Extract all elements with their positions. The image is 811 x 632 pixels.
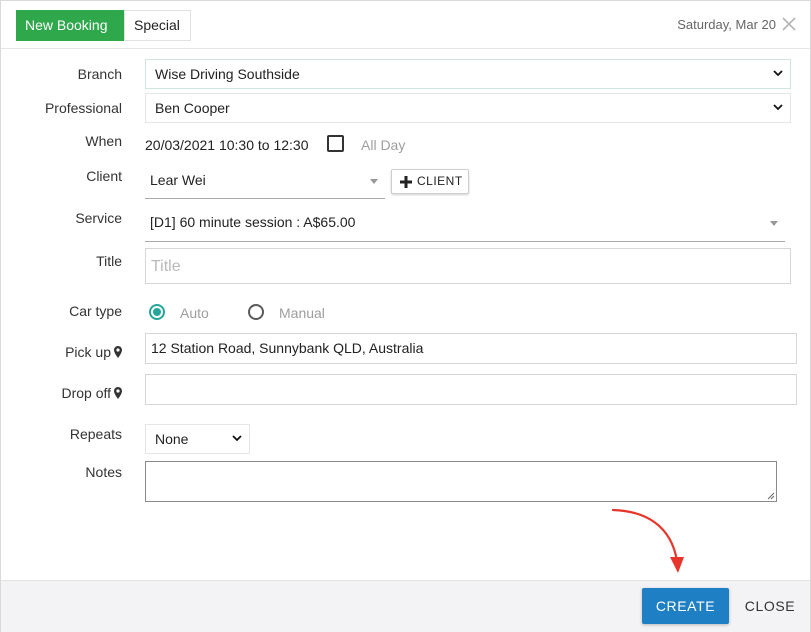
dialog-header: New Booking Special Saturday, Mar 20: [1, 1, 810, 49]
repeats-value: None: [155, 431, 189, 447]
tab-special[interactable]: Special: [124, 10, 191, 41]
car-type-auto-radio[interactable]: [149, 304, 165, 320]
add-client-button[interactable]: CLIENT: [391, 169, 469, 194]
repeats-select[interactable]: None: [145, 424, 250, 454]
chevron-down-icon: [232, 435, 242, 442]
service-label: Service: [75, 210, 122, 226]
close-icon[interactable]: [780, 15, 798, 33]
car-type-manual-radio[interactable]: [248, 304, 264, 320]
create-button[interactable]: CREATE: [642, 588, 729, 624]
caret-down-icon: [770, 220, 778, 226]
drop-off-input[interactable]: [145, 374, 797, 405]
car-type-auto-label: Auto: [180, 305, 209, 321]
chevron-down-icon: [773, 104, 783, 111]
booking-dialog: New Booking Special Saturday, Mar 20 Bra…: [0, 0, 811, 632]
title-input[interactable]: Title: [145, 248, 791, 284]
professional-select[interactable]: Ben Cooper: [145, 93, 791, 123]
client-label: Client: [86, 168, 122, 184]
when-label: When: [85, 133, 122, 149]
pick-up-input[interactable]: 12 Station Road, Sunnybank QLD, Australi…: [145, 333, 797, 364]
add-client-label: CLIENT: [417, 174, 463, 188]
car-type-manual-label: Manual: [279, 305, 325, 321]
branch-select[interactable]: Wise Driving Southside: [145, 59, 791, 89]
all-day-checkbox[interactable]: [327, 135, 344, 152]
caret-down-icon: [370, 178, 378, 184]
professional-label: Professional: [44, 100, 122, 116]
dialog-footer: CREATE CLOSE: [1, 580, 810, 632]
notes-label: Notes: [85, 464, 122, 480]
title-placeholder: Title: [151, 258, 181, 275]
repeats-label: Repeats: [69, 426, 122, 442]
close-button[interactable]: CLOSE: [739, 588, 801, 624]
branch-value: Wise Driving Southside: [155, 66, 300, 82]
header-date: Saturday, Mar 20: [677, 17, 776, 32]
service-combobox[interactable]: [D1] 60 minute session : A$65.00: [145, 204, 785, 242]
map-pin-icon: [114, 387, 122, 399]
annotation-arrow-icon: [611, 508, 684, 573]
pick-up-value: 12 Station Road, Sunnybank QLD, Australi…: [151, 340, 424, 356]
pick-up-label: Pick up: [65, 344, 122, 360]
branch-label: Branch: [77, 66, 122, 82]
map-pin-icon: [114, 346, 122, 358]
professional-value: Ben Cooper: [155, 100, 230, 116]
client-combobox[interactable]: Lear Wei: [145, 163, 385, 199]
pick-up-label-text: Pick up: [65, 344, 111, 360]
drop-off-label: Drop off: [61, 385, 122, 401]
all-day-label: All Day: [361, 137, 406, 153]
tab-new-booking[interactable]: New Booking: [16, 10, 124, 41]
title-label: Title: [96, 253, 122, 269]
chevron-down-icon: [773, 70, 783, 77]
drop-off-label-text: Drop off: [61, 385, 111, 401]
plus-icon: [400, 176, 412, 188]
notes-textarea[interactable]: [145, 461, 777, 502]
resize-handle-icon[interactable]: [767, 492, 775, 500]
car-type-label: Car type: [69, 303, 122, 319]
service-value: [D1] 60 minute session : A$65.00: [150, 214, 356, 230]
when-datetime[interactable]: 20/03/2021 10:30 to 12:30: [145, 137, 308, 153]
client-value: Lear Wei: [150, 172, 206, 188]
